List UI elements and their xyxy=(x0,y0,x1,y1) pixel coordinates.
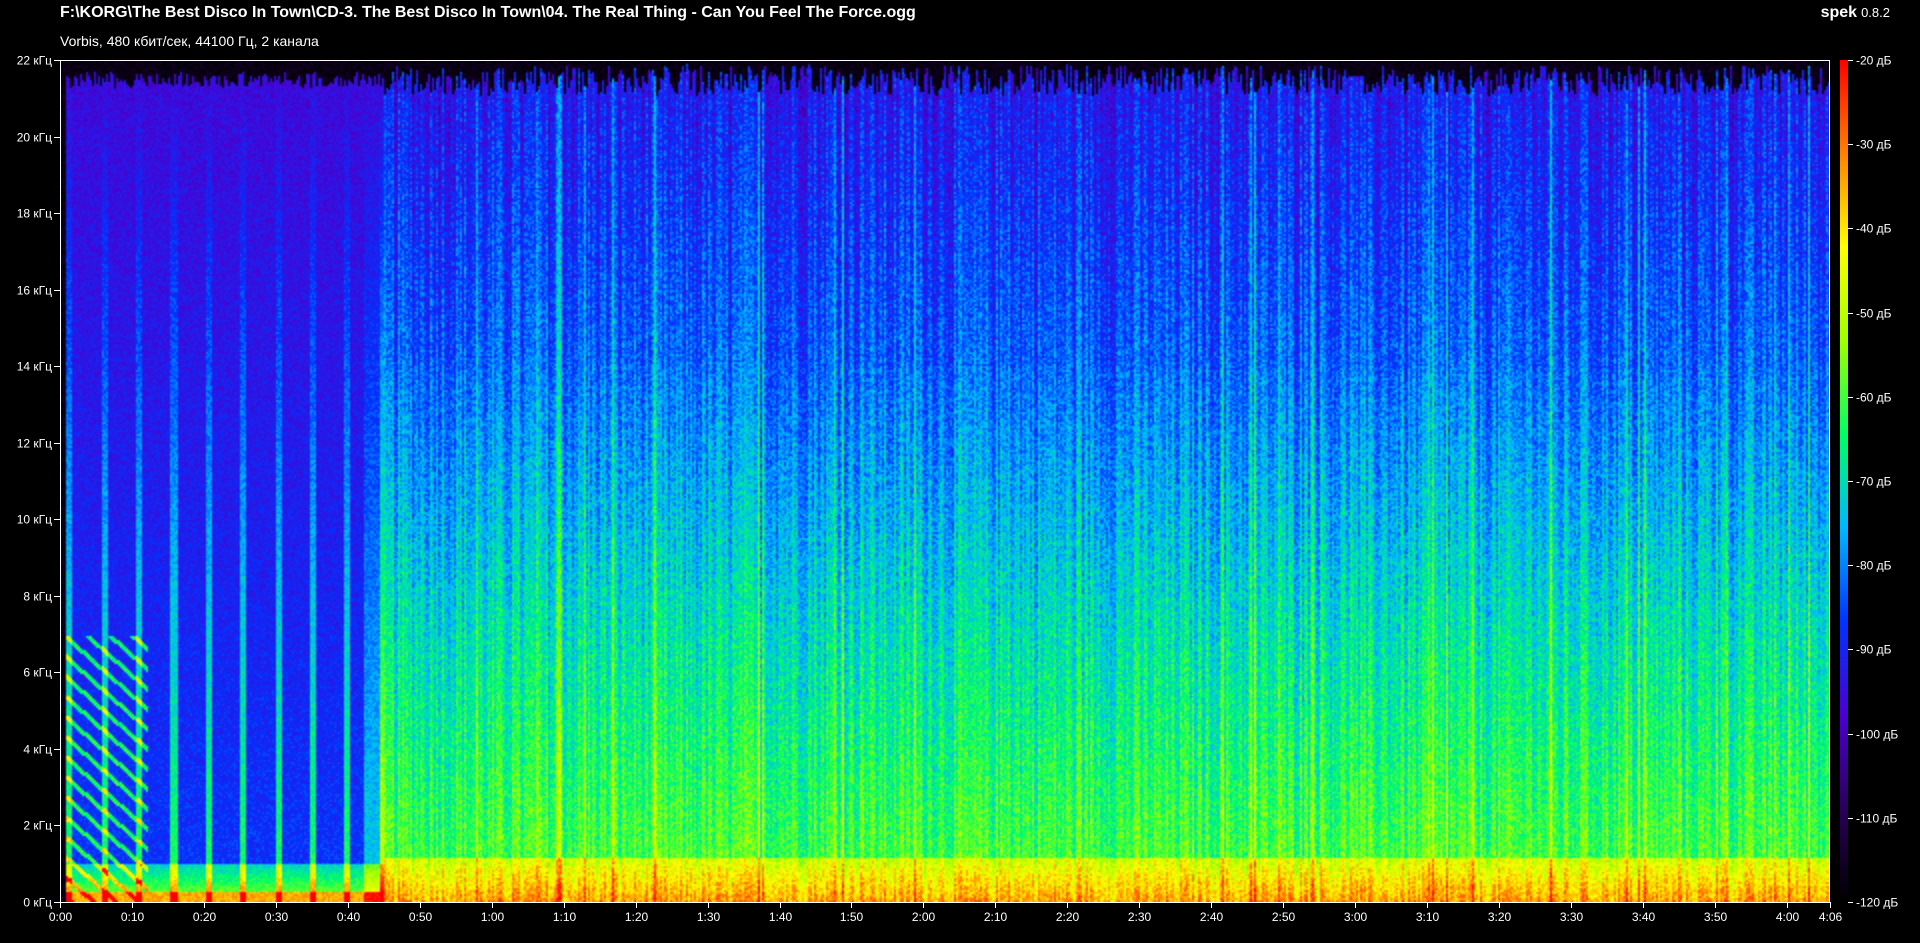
time-tick-label: 2:40 xyxy=(1200,910,1224,924)
frequency-tick-label: 8 кГц xyxy=(23,590,52,604)
time-tick-label: 2:00 xyxy=(912,910,936,924)
db-colorbar xyxy=(1840,60,1848,902)
db-tick-label: -50 дБ xyxy=(1856,307,1892,321)
time-tick-label: 0:20 xyxy=(193,910,217,924)
time-axis: 0:00 0:10 0:20 0:30 0:40 0:50 1:00 1:10 1:20 1:30… xyxy=(49,902,1843,924)
frequency-tick-label: 2 кГц xyxy=(23,819,52,833)
db-tick-label: -40 дБ xyxy=(1856,222,1892,236)
frequency-tick-label: 22 кГц xyxy=(17,54,52,68)
frequency-tick-label: 16 кГц xyxy=(17,284,52,298)
spectrogram-frame xyxy=(60,60,1830,903)
frequency-tick-label: 10 кГц xyxy=(17,513,52,527)
frequency-axis: 0 кГц 2 кГц 4 кГц 6 кГц 8 кГц 10 кГц 12 кГц 14 … xyxy=(17,54,60,910)
time-tick-label: 3:40 xyxy=(1632,910,1656,924)
db-tick-label: -100 дБ xyxy=(1856,728,1898,742)
time-tick-label: 1:30 xyxy=(697,910,721,924)
db-tick-label: -80 дБ xyxy=(1856,559,1892,573)
time-tick-label: 4:00 xyxy=(1776,910,1800,924)
time-tick-label: 2:50 xyxy=(1272,910,1296,924)
time-tick-label: 0:40 xyxy=(337,910,361,924)
db-tick-label: -20 дБ xyxy=(1856,54,1892,68)
db-tick-label: -70 дБ xyxy=(1856,475,1892,489)
spek-window: F:\KORG\The Best Disco In Town\CD-3. The… xyxy=(0,0,1920,943)
time-tick-label: 3:20 xyxy=(1488,910,1512,924)
frequency-tick-label: 20 кГц xyxy=(17,131,52,145)
frequency-tick-label: 14 кГц xyxy=(17,360,52,374)
time-tick-label: 1:40 xyxy=(769,910,793,924)
time-tick-label: 4:06 xyxy=(1819,910,1843,924)
time-tick-label: 3:00 xyxy=(1344,910,1368,924)
time-tick-label: 1:00 xyxy=(481,910,505,924)
db-scale-axis: -20 дБ -30 дБ -40 дБ -50 дБ -60 дБ -70 дБ -80 … xyxy=(1848,54,1898,910)
time-tick-label: 3:30 xyxy=(1560,910,1584,924)
time-tick-label: 1:10 xyxy=(553,910,577,924)
db-tick-label: -120 дБ xyxy=(1856,896,1898,910)
time-tick-label: 0:30 xyxy=(265,910,289,924)
time-tick-label: 3:10 xyxy=(1416,910,1440,924)
frequency-tick-label: 0 кГц xyxy=(23,896,52,910)
time-tick-label: 2:10 xyxy=(984,910,1008,924)
time-tick-label: 3:50 xyxy=(1704,910,1728,924)
db-tick-label: -30 дБ xyxy=(1856,138,1892,152)
time-tick-label: 1:20 xyxy=(625,910,649,924)
time-tick-label: 0:00 xyxy=(49,910,73,924)
db-tick-label: -90 дБ xyxy=(1856,643,1892,657)
frequency-tick-label: 4 кГц xyxy=(23,743,52,757)
time-tick-label: 1:50 xyxy=(840,910,864,924)
time-tick-label: 2:20 xyxy=(1056,910,1080,924)
time-tick-label: 0:10 xyxy=(121,910,145,924)
db-tick-label: -60 дБ xyxy=(1856,391,1892,405)
frequency-tick-label: 12 кГц xyxy=(17,437,52,451)
frequency-tick-label: 6 кГц xyxy=(23,666,52,680)
db-tick-label: -110 дБ xyxy=(1856,812,1897,826)
spectrogram-axes: 0 кГц 2 кГц 4 кГц 6 кГц 8 кГц 10 кГц 12 кГц 14 … xyxy=(17,54,1899,925)
frequency-tick-label: 18 кГц xyxy=(17,207,52,221)
time-tick-label: 2:30 xyxy=(1128,910,1152,924)
time-tick-label: 0:50 xyxy=(409,910,433,924)
